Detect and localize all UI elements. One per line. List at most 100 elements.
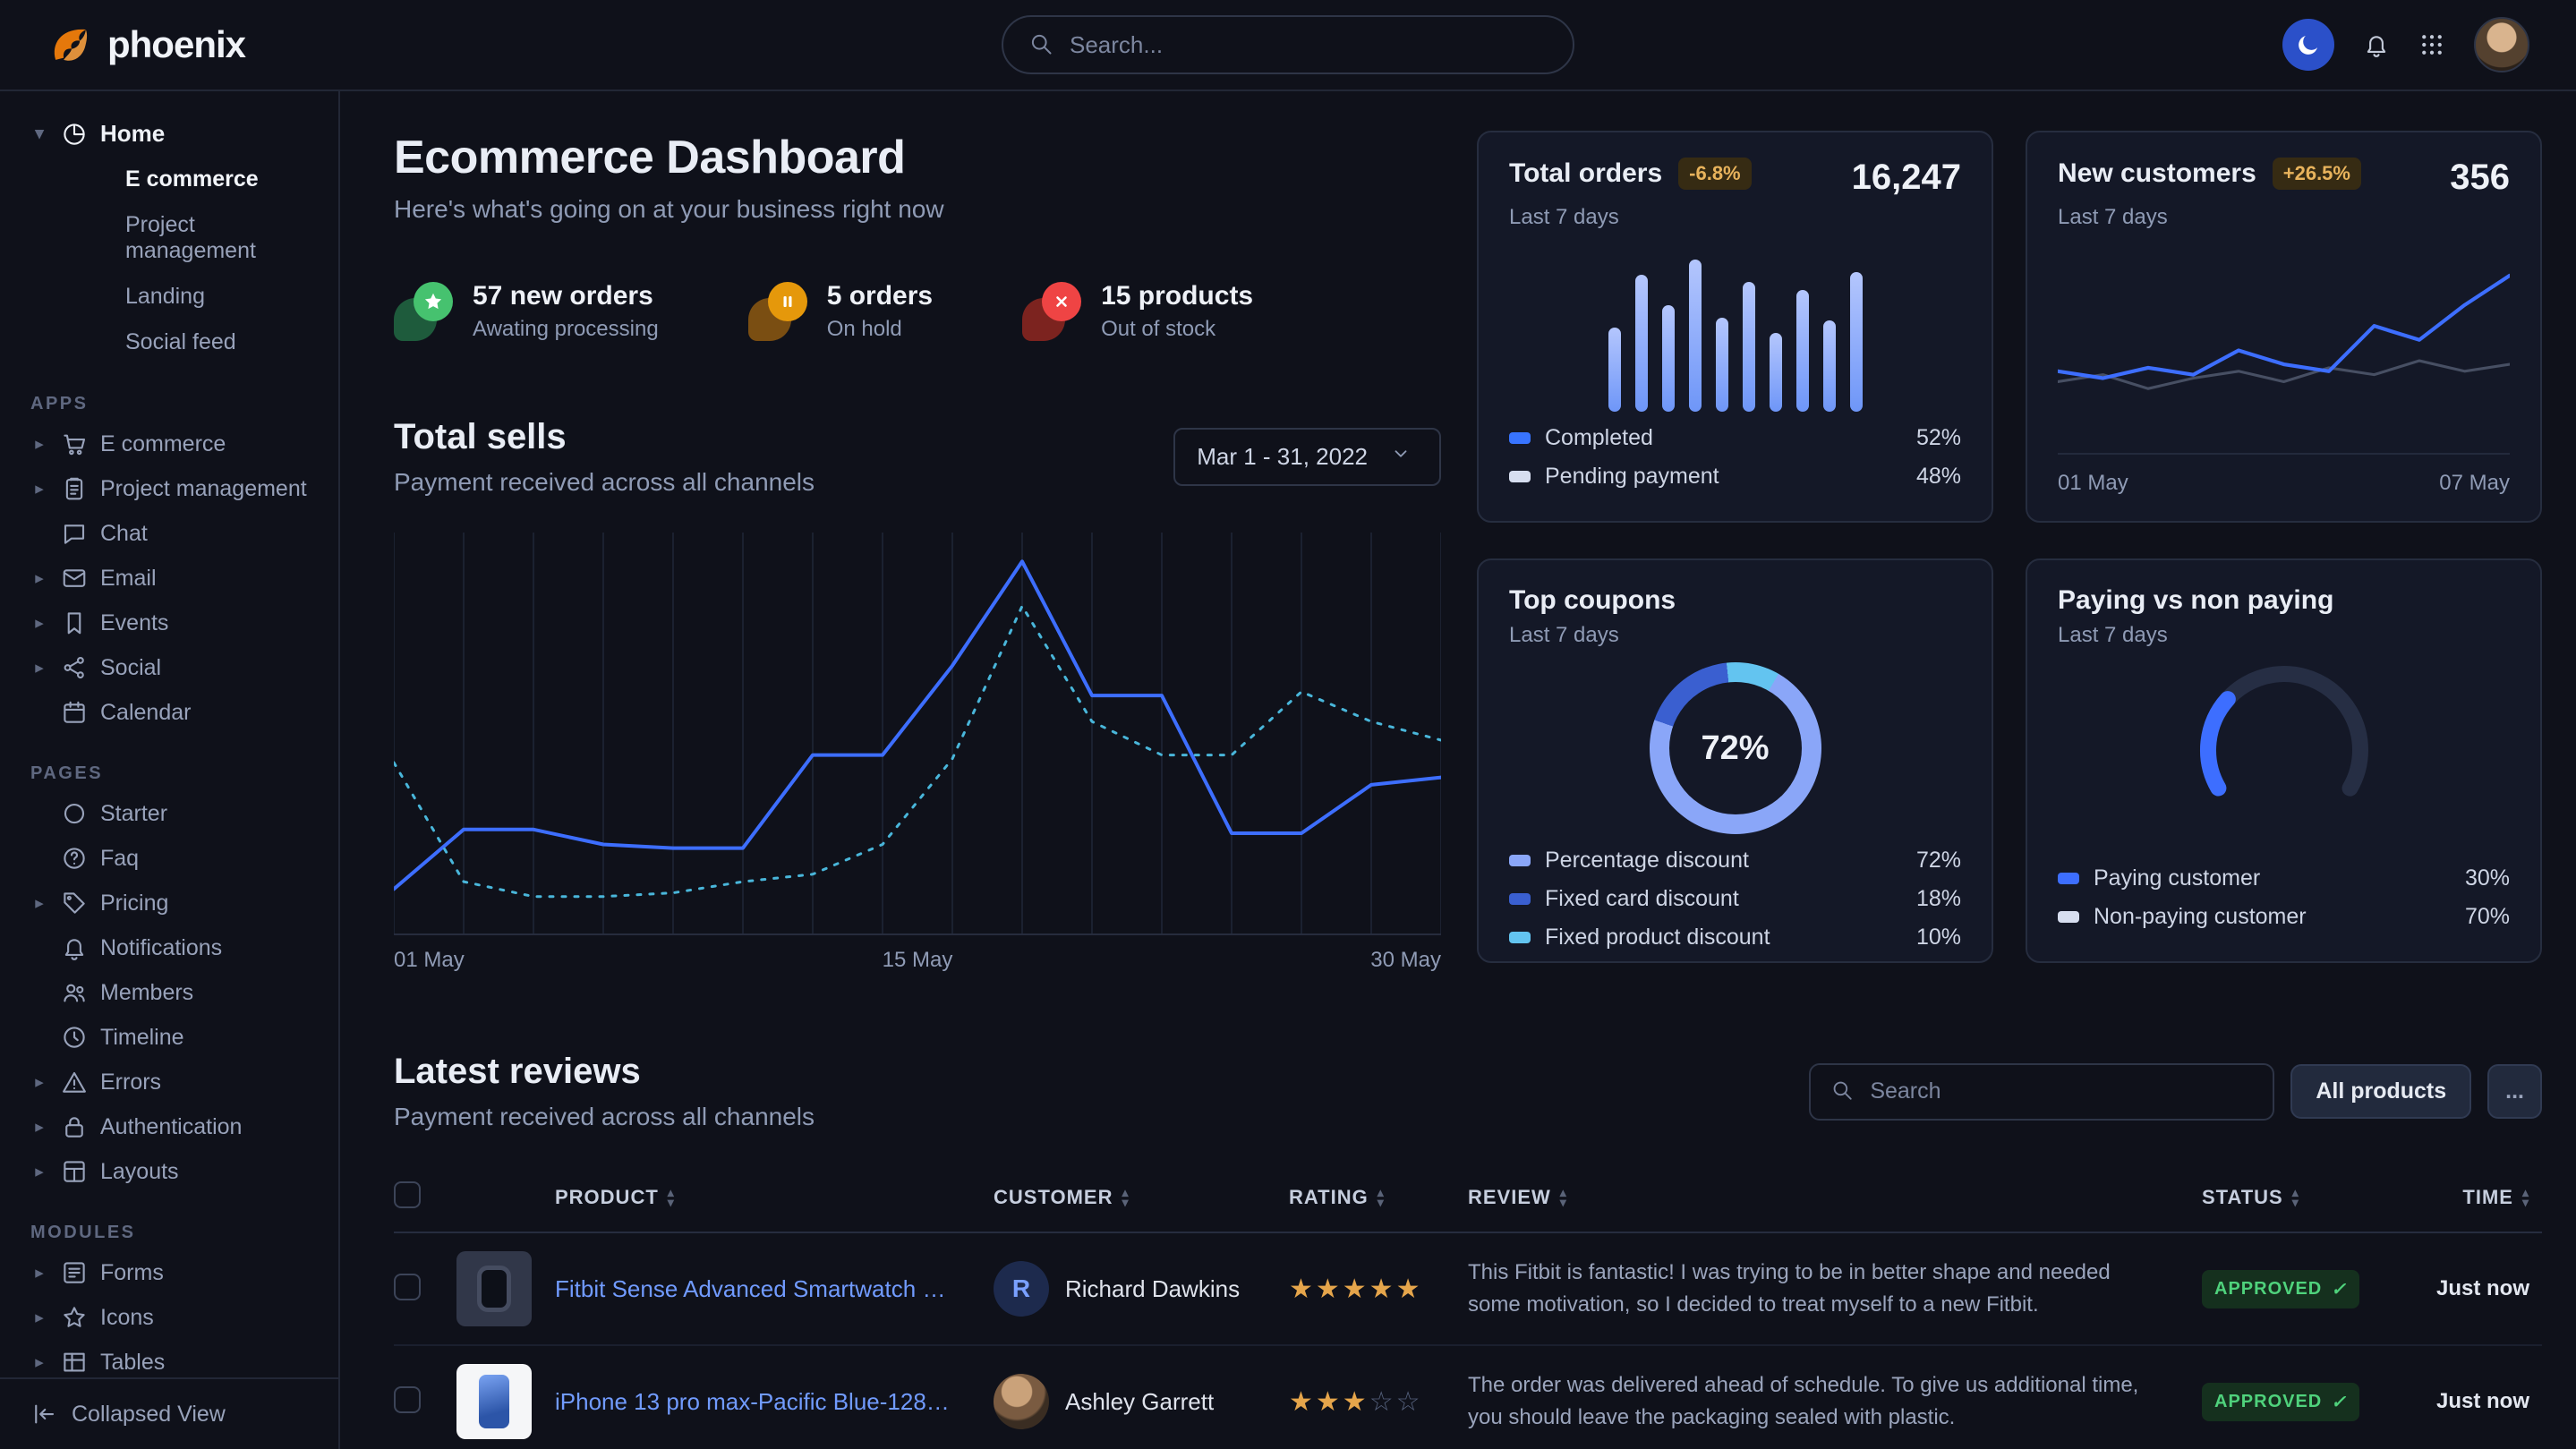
sidebar-item-calendar[interactable]: Calendar [25, 690, 313, 735]
product-link[interactable]: Fitbit Sense Advanced Smartwatch with To… [555, 1275, 994, 1303]
reviews-table-body: Fitbit Sense Advanced Smartwatch with To… [394, 1233, 2542, 1449]
coupons-donut-chart: 72% [1650, 662, 1821, 834]
customer-avatar [994, 1374, 1049, 1429]
sidebar-item-e-commerce[interactable]: ▸E commerce [25, 422, 313, 466]
sidebar-item-tables[interactable]: ▸Tables [25, 1340, 313, 1377]
apps-grid-icon [2418, 31, 2445, 58]
x-tick: 30 May [1370, 948, 1441, 973]
sidebar-item-email[interactable]: ▸Email [25, 556, 313, 601]
page-title: Ecommerce Dashboard [394, 131, 1441, 184]
caret-right-icon: ▸ [30, 1263, 48, 1283]
caret-right-icon: ▸ [30, 479, 48, 499]
sidebar-section-pages: PAGES [30, 763, 308, 784]
coupons-legend: Percentage discount72%Fixed card discoun… [1509, 841, 1961, 957]
star-icon [61, 1304, 88, 1331]
product-link[interactable]: iPhone 13 pro max-Pacific Blue-128GB sto… [555, 1388, 994, 1416]
sidebar-item-notifications[interactable]: Notifications [25, 925, 313, 970]
legend-chip [1509, 432, 1531, 444]
x-axis-labels: 01 May 15 May 30 May [394, 948, 1441, 973]
column-header-rating[interactable]: RATING ▴▾ [1289, 1186, 1468, 1209]
sidebar-item-home[interactable]: ▾ Home [25, 111, 313, 157]
column-header-time[interactable]: TIME ▴▾ [2462, 1186, 2542, 1209]
sidebar-item-starter[interactable]: Starter [25, 791, 313, 836]
sidebar-item-e-commerce[interactable]: E commerce [25, 157, 313, 202]
sidebar-item-members[interactable]: Members [25, 970, 313, 1015]
latest-reviews-section: Latest reviews Payment received across a… [394, 1009, 2542, 1449]
sidebar-item-timeline[interactable]: Timeline [25, 1015, 313, 1060]
sort-icon: ▴▾ [1560, 1188, 1567, 1207]
star-solid-icon [414, 282, 453, 321]
column-header-status[interactable]: STATUS ▴▾ [2202, 1186, 2408, 1209]
sidebar-item-events[interactable]: ▸Events [25, 601, 313, 645]
x-tick: 01 May [394, 948, 465, 973]
apps-menu-button[interactable] [2418, 31, 2445, 58]
customer-name: Richard Dawkins [1065, 1275, 1240, 1303]
clock-icon [61, 1024, 88, 1051]
sidebar-item-landing[interactable]: Landing [25, 274, 313, 320]
row-checkbox[interactable] [394, 1386, 421, 1413]
sort-icon: ▴▾ [2522, 1188, 2529, 1207]
select-all-checkbox[interactable] [394, 1181, 421, 1208]
paying-legend: Paying customer30%Non-paying customer70% [2058, 859, 2510, 936]
sidebar-item-social[interactable]: ▸Social [25, 645, 313, 690]
collapse-sidebar-button[interactable]: Collapsed View [0, 1377, 338, 1449]
sidebar-item-social-feed[interactable]: Social feed [25, 320, 313, 365]
sidebar-item-project-management[interactable]: Project management [25, 202, 313, 274]
card-period: Last 7 days [2058, 205, 2510, 230]
all-products-button[interactable]: All products [2290, 1064, 2471, 1119]
pie-chart-icon [61, 121, 88, 148]
more-options-button[interactable]: ... [2487, 1064, 2542, 1119]
mail-icon [61, 565, 88, 592]
rating-stars: ★★★★★ [1289, 1274, 1468, 1305]
stat-item-0: 57 new ordersAwating processing [394, 281, 659, 342]
user-avatar[interactable] [2474, 17, 2529, 72]
reviews-search[interactable] [1809, 1063, 2274, 1121]
caret-right-icon: ▸ [30, 658, 48, 678]
caret-down-icon: ▾ [30, 124, 48, 144]
sidebar-item-errors[interactable]: ▸Errors [25, 1060, 313, 1104]
sidebar-item-faq[interactable]: Faq [25, 836, 313, 881]
legend-chip [1509, 893, 1531, 905]
legend-chip [1509, 932, 1531, 943]
stats-row: 57 new ordersAwating processing 5 ordersO… [394, 281, 1441, 342]
row-checkbox[interactable] [394, 1274, 421, 1300]
sidebar-item-layouts[interactable]: ▸Layouts [25, 1149, 313, 1194]
share-icon [61, 654, 88, 681]
column-header-product[interactable]: PRODUCT ▴▾ [555, 1186, 994, 1209]
sort-icon: ▴▾ [1378, 1188, 1385, 1207]
card-period: Last 7 days [1509, 205, 1961, 230]
rating-stars: ★★★☆☆ [1289, 1386, 1468, 1418]
main-content: Ecommerce Dashboard Here's what's going … [340, 91, 2576, 1449]
total-sells-chart [394, 533, 1441, 935]
notifications-button[interactable] [2363, 31, 2390, 58]
caret-right-icon: ▸ [30, 1072, 48, 1093]
brand[interactable]: phoenix [47, 21, 245, 69]
x-tick: 15 May [883, 948, 953, 973]
column-header-customer[interactable]: CUSTOMER ▴▾ [994, 1186, 1289, 1209]
product-image[interactable] [456, 1251, 532, 1326]
pause-icon [768, 282, 807, 321]
date-range-select[interactable]: Mar 1 - 31, 2022 [1173, 428, 1441, 486]
sidebar-item-authentication[interactable]: ▸Authentication [25, 1104, 313, 1149]
reviews-subtitle: Payment received across all channels [394, 1103, 815, 1131]
column-header-review[interactable]: REVIEW ▴▾ [1468, 1186, 2202, 1209]
search-icon [1028, 31, 1055, 58]
reviews-search-input[interactable] [1870, 1078, 2253, 1104]
table-row: Fitbit Sense Advanced Smartwatch with To… [394, 1233, 2542, 1346]
sidebar-item-chat[interactable]: Chat [25, 511, 313, 556]
sidebar-item-pricing[interactable]: ▸Pricing [25, 881, 313, 925]
theme-toggle-button[interactable] [2282, 19, 2334, 71]
sidebar-item-forms[interactable]: ▸Forms [25, 1250, 313, 1295]
global-search-input[interactable] [1070, 31, 1548, 59]
product-image[interactable] [456, 1364, 532, 1439]
top-coupons-card: Top coupons Last 7 days 72% Percentage d… [1477, 558, 1993, 963]
layout-icon [61, 1158, 88, 1185]
top-navbar: phoenix [0, 0, 2576, 91]
global-search[interactable] [1002, 15, 1574, 74]
stat-item-1: 5 ordersOn hold [748, 281, 933, 342]
bell-icon [2363, 31, 2390, 58]
phoenix-logo-icon [47, 21, 95, 69]
review-text: This Fitbit is fantastic! I was trying t… [1468, 1257, 2202, 1321]
sidebar-item-icons[interactable]: ▸Icons [25, 1295, 313, 1340]
sidebar-item-project-management[interactable]: ▸Project management [25, 466, 313, 511]
